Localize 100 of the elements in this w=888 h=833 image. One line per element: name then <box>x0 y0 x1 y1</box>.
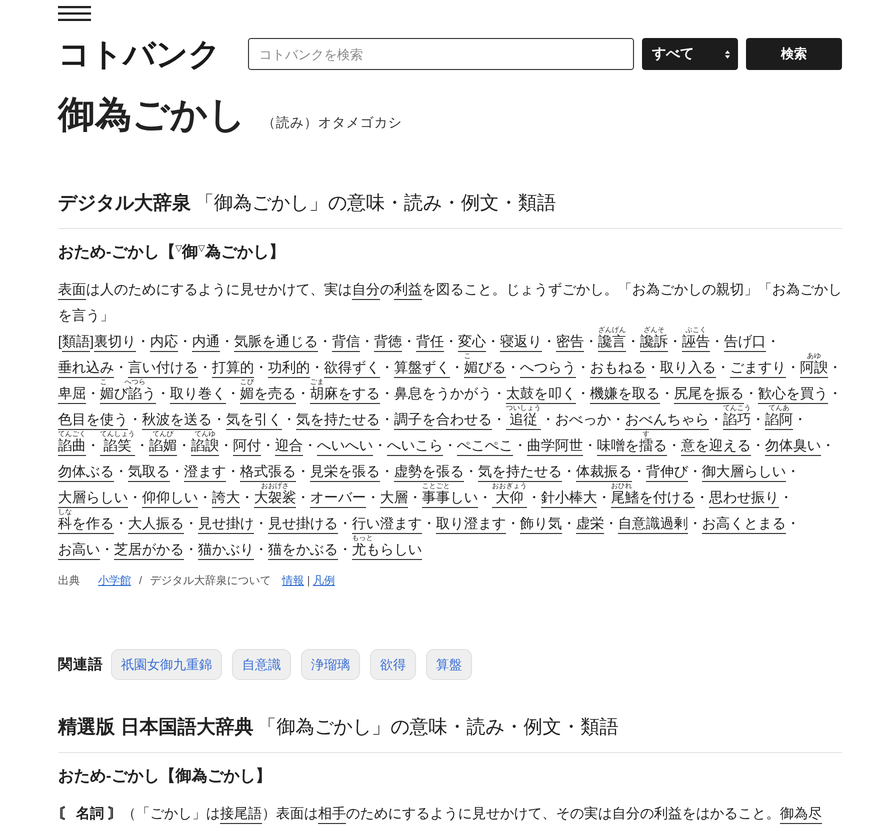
reference-link[interactable]: 凡例 <box>312 575 335 587</box>
dictionary-heading: デジタル大辞泉 「御為ごかし」の意味・読み・例文・類語 <box>58 192 557 216</box>
synonym-link[interactable]: 密告 <box>556 334 584 352</box>
synonym-link[interactable]: 色目を使う <box>58 412 128 430</box>
term-link[interactable]: 御為尽 <box>780 806 822 824</box>
synonym-link[interactable]: おもねる <box>590 360 646 378</box>
synonym-link[interactable]: ごますり <box>730 360 786 378</box>
synonym-link[interactable]: 意を迎える <box>681 438 751 456</box>
synonym-link[interactable]: 見栄を張る <box>310 464 380 482</box>
synonym-link[interactable]: 調子を合わせる <box>394 412 492 430</box>
synonym-link[interactable]: 卑屈 <box>58 386 86 404</box>
term-link[interactable]: 接尾語 <box>220 806 262 824</box>
related-term-link[interactable]: 自意識 <box>232 649 291 680</box>
synonym-link[interactable]: 迎合 <box>275 438 303 456</box>
synonym-link[interactable]: 内通 <box>192 334 220 352</box>
definition-text: 〘 名詞 〙（「ごかし」は接尾語）表面は相手のためにするように見せかけて、その実は自分の利益をはかること。御為尽 <box>58 800 842 826</box>
synonym-link[interactable]: 行い澄ます <box>352 516 422 534</box>
term-link[interactable]: 相手 <box>318 806 346 824</box>
synonym-link[interactable]: 針小棒大 <box>541 490 597 508</box>
related-term-link[interactable]: 祇園女御九重錦 <box>111 649 222 680</box>
synonym-link[interactable]: 内応 <box>150 334 178 352</box>
synonym-link[interactable]: 背信 <box>332 334 360 352</box>
synonym-link[interactable]: お高い <box>58 542 100 560</box>
synonym-link[interactable]: 気を引く <box>226 412 282 430</box>
synonym-link[interactable]: 取り澄ます <box>436 516 506 534</box>
synonym-link[interactable]: 背任 <box>416 334 444 352</box>
publisher-link[interactable]: 小学館 <box>98 575 131 587</box>
headword: おため-ごかし【御為ごかし】 <box>58 766 272 787</box>
synonym-link[interactable]: 猫をかぶる <box>268 542 338 560</box>
synonym-link[interactable]: 打算的 <box>212 360 254 378</box>
synonym-link[interactable]: 気を持たせる <box>478 464 562 482</box>
term-link[interactable]: 自分 <box>352 282 380 300</box>
synonym-link[interactable]: 猫かぶり <box>198 542 254 560</box>
synonym-link[interactable]: 気脈を通じる <box>234 334 318 352</box>
synonym-link[interactable]: 言い付ける <box>128 360 198 378</box>
synonym-link[interactable]: ぺこぺこ <box>457 438 513 456</box>
synonym-link[interactable]: 気を持たせる <box>296 412 380 430</box>
term-link[interactable]: 利益 <box>394 282 422 300</box>
synonym-link[interactable]: 寝返り <box>500 334 542 352</box>
synonym-link[interactable]: 機嫌を取る <box>590 386 660 404</box>
synonym-link[interactable]: 歓心を買う <box>758 386 828 404</box>
synonym-link[interactable]: 澄ます <box>184 464 226 482</box>
search-field[interactable]: コトバンクを検索 <box>248 38 634 70</box>
synonym-link[interactable]: 思わせ振り <box>709 490 779 508</box>
synonym-link[interactable]: 大層らしい <box>58 490 128 508</box>
synonym-link[interactable]: 勿体臭い <box>765 438 821 456</box>
source-line: 出典 小学館 / デジタル大辞泉について 情報 | 凡例 <box>58 574 336 589</box>
synonym-link[interactable]: 告げ口 <box>724 334 766 352</box>
entry-title: 御為ごかし <box>58 94 246 138</box>
caret-icon <box>725 50 730 58</box>
synonym-link[interactable]: 算盤ずく <box>394 360 450 378</box>
synonym-link[interactable]: 御大層らしい <box>702 464 786 482</box>
synonym-link[interactable]: 垂れ込み <box>58 360 114 378</box>
synonym-link[interactable]: 誇大 <box>212 490 240 508</box>
synonym-link[interactable]: 虚勢を張る <box>394 464 464 482</box>
synonym-link[interactable]: へいへい <box>317 438 373 456</box>
synonym-link[interactable]: 大層 <box>380 490 408 508</box>
synonym-link[interactable]: 大人振る <box>128 516 184 534</box>
site-logo[interactable]: コトバンク <box>58 38 240 70</box>
synonym-link[interactable]: 秋波を送る <box>142 412 212 430</box>
menu-icon[interactable] <box>58 6 91 21</box>
synonym-link[interactable]: 見せ掛け <box>198 516 254 534</box>
synonym-link[interactable]: 仰仰しい <box>142 490 198 508</box>
synonym-link[interactable]: 格式張る <box>240 464 296 482</box>
scope-select[interactable]: すべて <box>642 38 738 70</box>
search-button[interactable]: 検索 <box>746 38 842 70</box>
synonym-link[interactable]: 取り入る <box>660 360 716 378</box>
synonym-link[interactable]: 飾り気 <box>520 516 562 534</box>
related-label: 関連語 <box>58 656 103 674</box>
synonym-link[interactable]: 尻尾を振る <box>674 386 744 404</box>
synonym-link[interactable]: 曲学阿世 <box>527 438 583 456</box>
synonym-link[interactable]: 太鼓を叩く <box>506 386 576 404</box>
synonym-word: おべっか <box>555 411 611 427</box>
synonym-link[interactable]: 体裁振る <box>576 464 632 482</box>
term-link[interactable]: 表面 <box>58 282 86 300</box>
synonym-link[interactable]: 欲得ずく <box>324 360 380 378</box>
synonym-link[interactable]: 変心 <box>458 334 486 352</box>
synonym-link[interactable]: 芝居がかる <box>114 542 184 560</box>
related-term-link[interactable]: 算盤 <box>426 649 472 680</box>
synonym-link[interactable]: お高くとまる <box>702 516 786 534</box>
synonym-link[interactable]: おべんちゃら <box>625 412 709 430</box>
synonym-link[interactable]: 裏切り <box>94 334 136 352</box>
synonym-link[interactable]: 虚栄 <box>576 516 604 534</box>
category-link[interactable]: 類語 <box>62 334 90 352</box>
related-term-link[interactable]: 浄瑠璃 <box>301 649 360 680</box>
synonym-link[interactable]: 取り巻く <box>170 386 226 404</box>
synonym-link[interactable]: 背伸び <box>646 464 688 482</box>
synonym-link[interactable]: 勿体ぶる <box>58 464 114 482</box>
synonym-link[interactable]: オーバー <box>310 490 366 508</box>
reference-link[interactable]: 情報 <box>282 575 304 587</box>
synonym-link[interactable]: 気取る <box>128 464 170 482</box>
synonym-link[interactable]: 功利的 <box>268 360 310 378</box>
synonym-link[interactable]: 阿付 <box>233 438 261 456</box>
reading-text: （読み）オタメゴカシ <box>262 114 402 132</box>
synonym-link[interactable]: 背徳 <box>374 334 402 352</box>
synonym-link[interactable]: 見せ掛ける <box>268 516 338 534</box>
synonym-link[interactable]: へいこら <box>387 438 443 456</box>
synonym-link[interactable]: へつらう <box>520 360 576 378</box>
related-term-link[interactable]: 欲得 <box>370 649 416 680</box>
synonym-link[interactable]: 自意識過剰 <box>618 516 688 534</box>
